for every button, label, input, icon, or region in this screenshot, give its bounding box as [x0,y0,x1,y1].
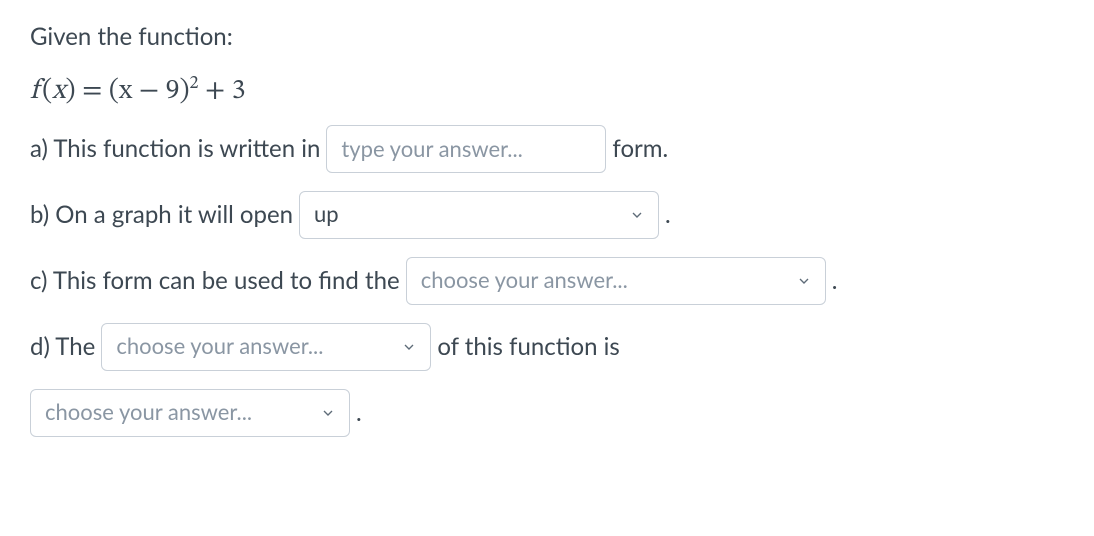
b-select-value: up [314,199,339,230]
intro-text: Given the function: [30,20,1064,54]
d-period: . [356,396,362,430]
chevron-down-icon [795,272,813,290]
d-select-2[interactable]: choose your answer... [30,389,350,437]
question-c: c) This form can be used to find the cho… [30,257,1064,305]
question-a: a) This function is written in form. [30,125,1064,173]
c-period: . [832,264,838,298]
a-answer-input[interactable] [326,125,606,173]
b-period: . [665,198,671,232]
intro-label: Given the function: [30,20,233,54]
c-select[interactable]: choose your answer... [406,257,826,305]
formula-tail: + 3 [198,77,245,105]
b-prefix: b) On a graph it will open [30,198,293,232]
chevron-down-icon [400,338,418,356]
d-select2-placeholder: choose your answer... [45,397,252,428]
d-middle: of this function is [437,330,619,364]
d-prefix: d) The [30,330,95,364]
a-prefix: a) This function is written in [30,132,320,166]
question-d-line2: choose your answer... . [30,389,1064,437]
b-select[interactable]: up [299,191,659,239]
question-d: d) The choose your answer... of this fun… [30,323,1064,371]
function-formula: f (x) = (x − 9)2 + 3 [30,72,1064,111]
question-b: b) On a graph it will open up . [30,191,1064,239]
chevron-down-icon [628,206,646,224]
d-select-1[interactable]: choose your answer... [101,323,431,371]
c-prefix: c) This form can be used to find the [30,264,400,298]
c-select-placeholder: choose your answer... [421,265,628,296]
formula-x: x [52,77,65,105]
d-select1-placeholder: choose your answer... [116,331,323,362]
chevron-down-icon [319,404,337,422]
formula-base: (x − 9) [109,77,190,105]
formula-f: f [30,77,39,105]
a-suffix: form. [612,132,668,166]
